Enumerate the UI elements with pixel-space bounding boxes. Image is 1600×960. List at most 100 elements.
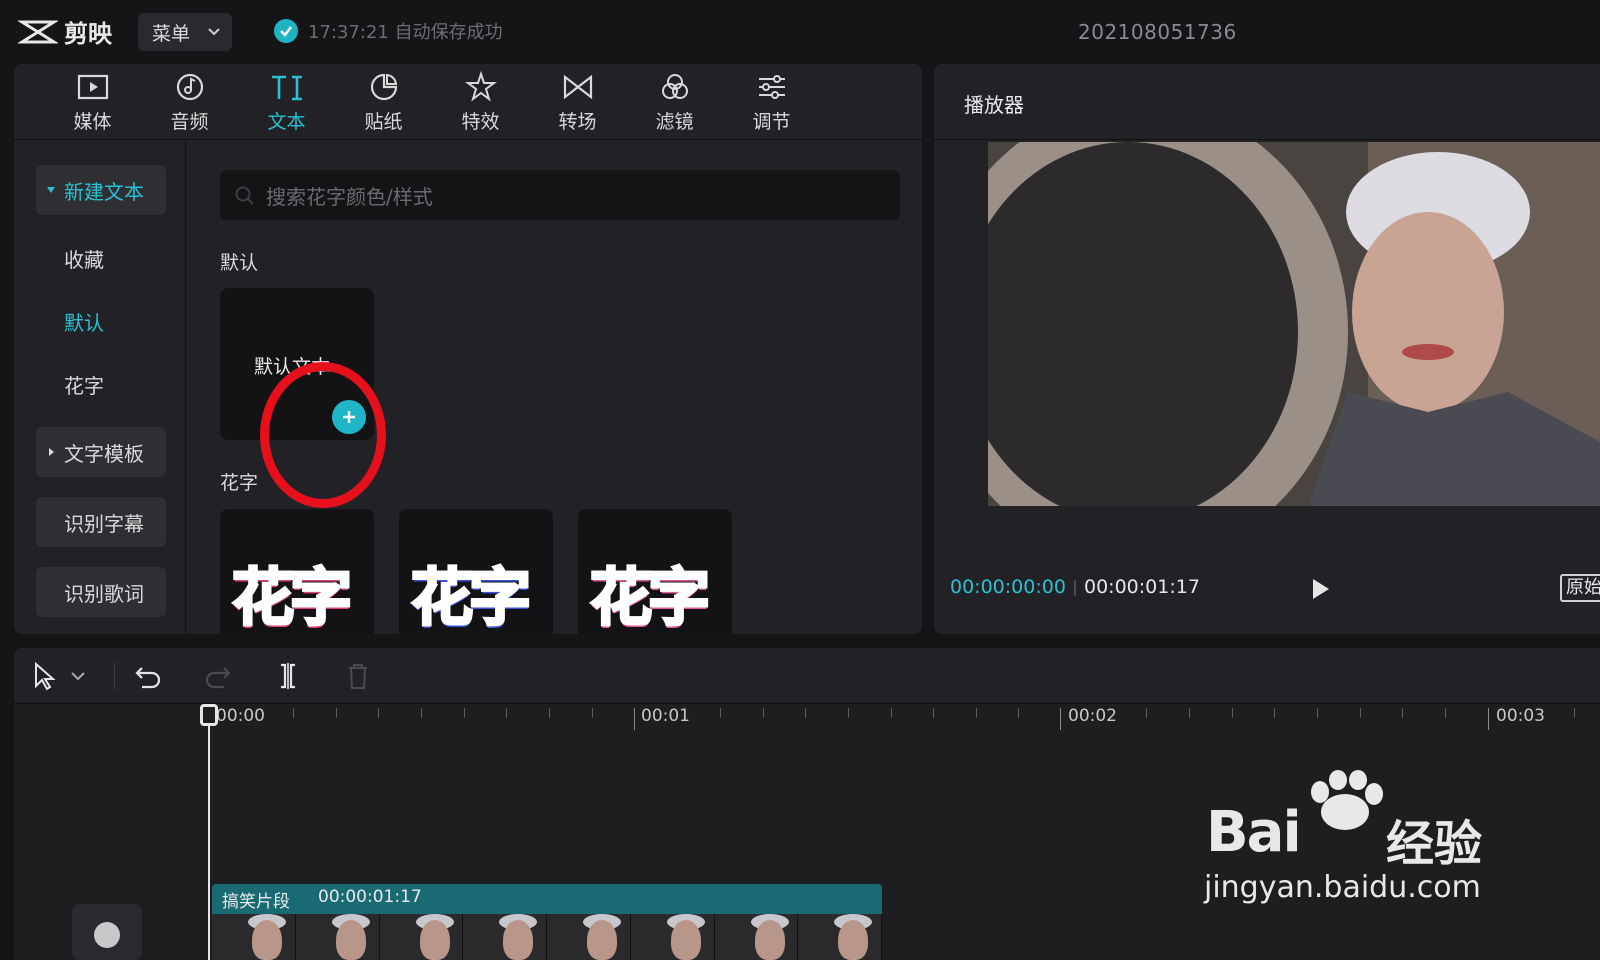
ruler-label: 00:03 <box>1496 706 1545 726</box>
ruler-label: 00:01 <box>641 706 690 726</box>
triangle-right-icon <box>49 448 54 456</box>
text-sidebar: 新建文本 收藏 默认 花字 文字模板 识别字幕 识别歌词 <box>14 141 186 634</box>
ruler-tick <box>720 708 721 718</box>
capcut-logo-icon <box>18 20 58 43</box>
toolbar-divider <box>114 662 115 690</box>
text-icon <box>271 75 302 100</box>
sidebar-item-label: 收藏 <box>64 247 104 272</box>
ruler-tick <box>549 708 550 718</box>
sidebar-item-favorites[interactable]: 收藏 <box>36 233 166 283</box>
ruler-tick <box>506 708 507 718</box>
sidebar-item-recognize-lyrics[interactable]: 识别歌词 <box>36 567 166 617</box>
clip-thumbnail <box>714 914 799 960</box>
tab-transition[interactable]: 转场 <box>529 64 626 140</box>
sidebar-item-label: 文字模板 <box>64 441 144 466</box>
flower-text-card[interactable]: 花字 <box>399 509 553 634</box>
clip-thumbnail <box>547 914 631 960</box>
watermark-url: jingyan.baidu.com <box>1204 870 1481 905</box>
ruler-tick <box>763 708 764 718</box>
ruler-tick <box>464 708 465 718</box>
playhead-handle[interactable] <box>200 704 218 726</box>
video-preview[interactable] <box>988 142 1600 506</box>
tab-filter[interactable]: 滤镜 <box>626 64 723 140</box>
watermark-cn: 经验 <box>1386 816 1483 872</box>
chevron-down-icon <box>208 28 220 36</box>
ruler-tick <box>976 708 977 718</box>
search-icon <box>235 186 254 205</box>
paw-logo-icon <box>1311 770 1383 830</box>
search-input[interactable]: 搜索花字颜色/样式 <box>220 170 900 220</box>
sidebar-item-text-template[interactable]: 文字模板 <box>36 427 166 477</box>
sidebar-item-label: 识别字幕 <box>64 511 144 536</box>
aspect-ratio-button[interactable]: 原始 <box>1560 574 1600 602</box>
redo-icon[interactable] <box>202 660 234 692</box>
ruler-label: 00:02 <box>1068 706 1117 726</box>
material-panel: 媒体 音频 文本 贴纸 特效 转场 滤镜 调节 新建文本 收藏 默认 花字 文字… <box>14 64 922 634</box>
time-divider <box>1074 580 1076 596</box>
project-name[interactable]: 202108051736 <box>1078 20 1237 44</box>
track-audio-toggle[interactable] <box>72 904 142 960</box>
select-cursor-icon[interactable] <box>28 660 60 692</box>
sidebar-item-label: 默认 <box>64 310 104 335</box>
flower-text-card[interactable]: 花字 <box>220 509 374 634</box>
effects-icon <box>464 70 497 102</box>
total-time: 00:00:01:17 <box>1084 576 1200 598</box>
player-panel: 播放器 00:00:00:00 00:00:01:17 原始 <box>934 64 1600 634</box>
sidebar-item-label: 花字 <box>64 373 104 398</box>
tab-text[interactable]: 文本 <box>238 64 335 140</box>
undo-icon[interactable] <box>132 660 164 692</box>
baidu-watermark: Bai 经验 jingyan.baidu.com <box>1200 770 1500 910</box>
menu-button[interactable]: 菜单 <box>138 13 232 51</box>
tab-effects[interactable]: 特效 <box>432 64 529 140</box>
sidebar-item-flower-text[interactable]: 花字 <box>36 359 166 409</box>
check-icon <box>274 19 298 43</box>
flower-text-sample: 花字 <box>588 560 711 635</box>
ruler-tick <box>1402 708 1403 718</box>
ruler-tick <box>805 708 806 718</box>
ruler-tick <box>1146 708 1147 718</box>
clip-thumbnail <box>379 914 464 960</box>
clip-thumbnail <box>630 914 715 960</box>
ruler-tick <box>293 708 294 718</box>
delete-icon[interactable] <box>342 660 374 692</box>
ruler-major-tick <box>634 708 635 730</box>
flower-text-sample: 花字 <box>409 560 532 635</box>
tab-media[interactable]: 媒体 <box>44 64 141 140</box>
timeline-toolbar <box>14 648 1600 704</box>
sidebar-item-new-text[interactable]: 新建文本 <box>36 165 166 215</box>
ruler-major-tick <box>1488 708 1489 730</box>
ruler-tick <box>1232 708 1233 718</box>
flower-text-card[interactable]: 花字 <box>578 509 732 634</box>
sidebar-item-label: 新建文本 <box>64 179 144 204</box>
sidebar-item-label: 识别歌词 <box>64 581 144 606</box>
sidebar-item-recognize-subtitles[interactable]: 识别字幕 <box>36 497 166 547</box>
tab-label: 调节 <box>752 110 791 133</box>
ruler-tick <box>1360 708 1361 718</box>
ruler-major-tick <box>1060 708 1061 730</box>
section-title-flower: 花字 <box>220 472 259 494</box>
menu-label: 菜单 <box>152 22 191 45</box>
tab-label: 贴纸 <box>364 110 403 133</box>
tab-adjust[interactable]: 调节 <box>723 64 820 140</box>
video-clip[interactable]: 搞笑片段 00:00:01:17 <box>212 884 882 960</box>
transition-icon <box>563 74 592 99</box>
tab-label: 特效 <box>461 110 500 133</box>
audio-icon <box>176 73 203 100</box>
tab-sticker[interactable]: 贴纸 <box>335 64 432 140</box>
player-title: 播放器 <box>964 93 1024 117</box>
ruler-tick <box>378 708 379 718</box>
tab-label: 滤镜 <box>655 110 694 133</box>
clip-thumbnail <box>295 914 380 960</box>
ruler-label: 00:00 <box>216 706 265 726</box>
material-toolbar: 媒体 音频 文本 贴纸 特效 转场 滤镜 调节 <box>14 64 922 140</box>
speaker-icon <box>94 922 120 948</box>
ruler-tick <box>1317 708 1318 718</box>
tab-audio[interactable]: 音频 <box>141 64 238 140</box>
tab-label: 音频 <box>170 110 209 133</box>
clip-thumbnail <box>463 914 547 960</box>
chevron-down-icon[interactable] <box>68 666 88 686</box>
clip-thumbnails <box>212 914 882 960</box>
play-icon[interactable] <box>1308 576 1332 602</box>
split-icon[interactable] <box>272 660 304 692</box>
sidebar-item-default[interactable]: 默认 <box>36 296 166 346</box>
